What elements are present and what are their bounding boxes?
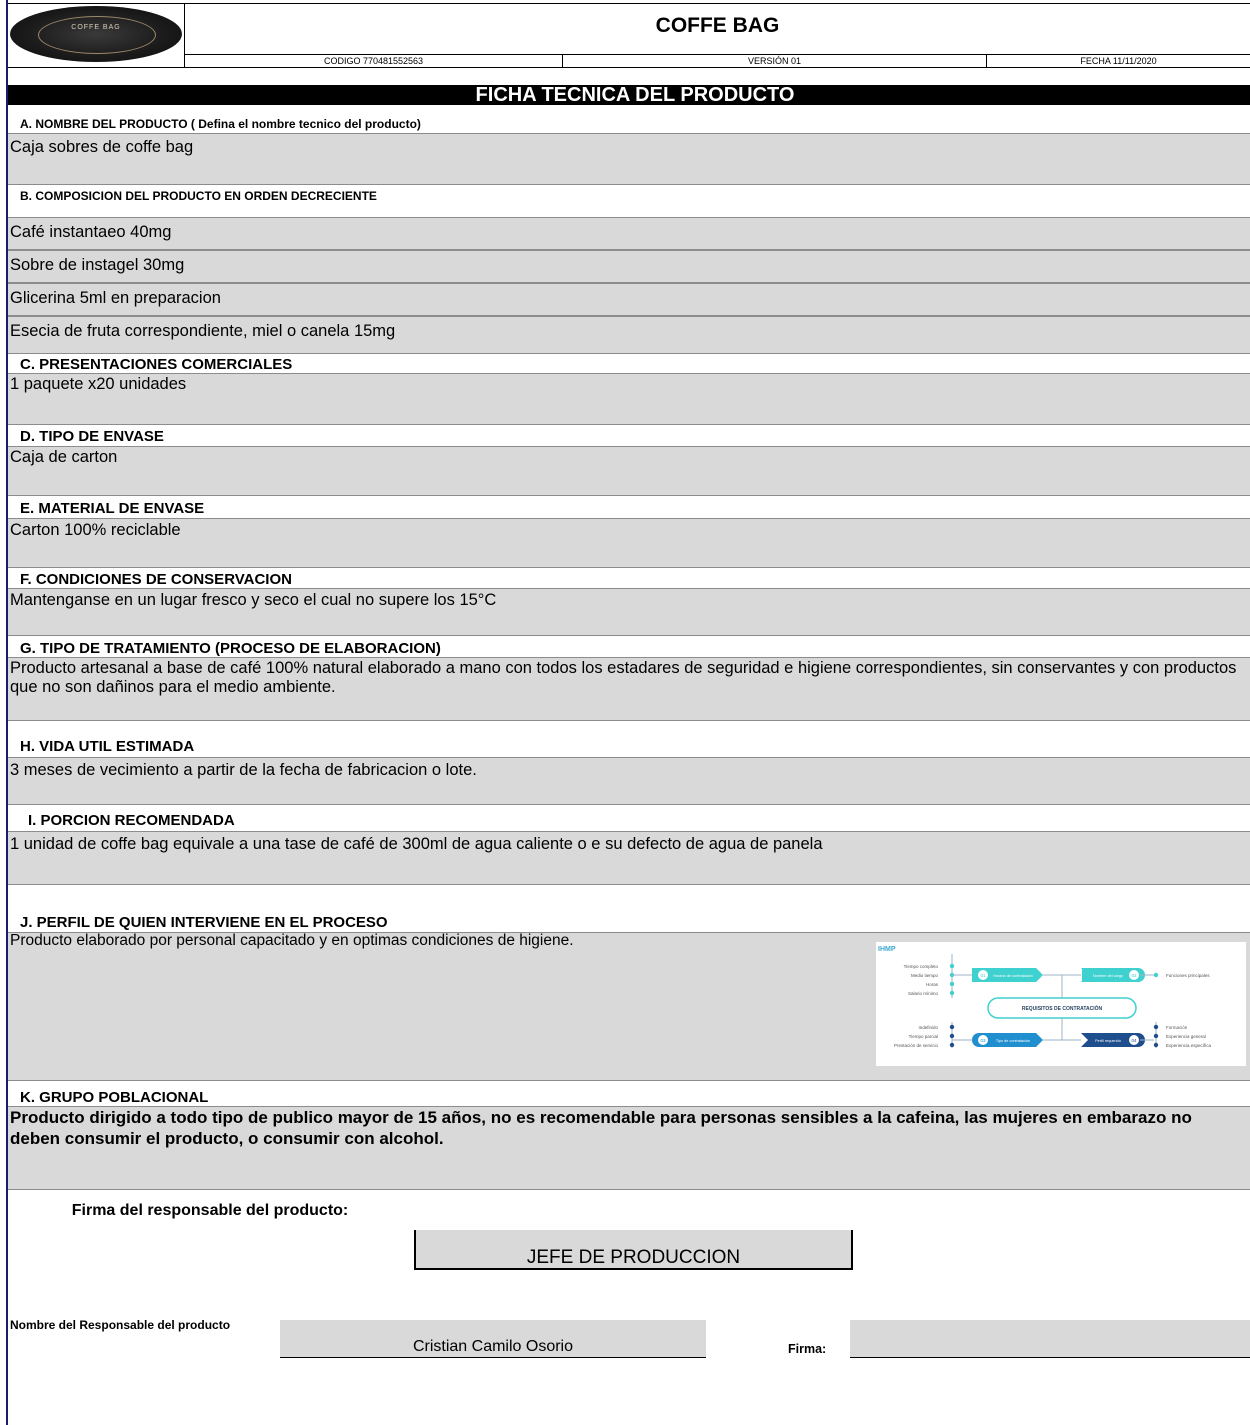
infographic-left-bottom-2: Tiempo parcial: [909, 1034, 938, 1039]
value-tratamiento: Producto artesanal a base de café 100% n…: [10, 659, 1237, 696]
infographic-num-03: 03: [980, 1038, 986, 1043]
infographic-right-bottom-1: Formación: [1166, 1025, 1188, 1030]
infographic-left-top-3: Horas: [926, 982, 939, 987]
infographic-arrow-bl: Tipo de contratación: [996, 1039, 1030, 1043]
infographic-arrow-br: Perfil requerido: [1095, 1039, 1121, 1043]
cell-composicion-1: [8, 217, 1250, 250]
logo-ring: [38, 16, 156, 54]
infographic-left-top-4: Salario mínimo: [908, 991, 939, 996]
logo-text: COFFE BAG: [71, 24, 121, 31]
label-material-envase: E. MATERIAL DE ENVASE: [20, 500, 205, 517]
infographic-num-02: 02: [1131, 973, 1137, 978]
infographic-right-bottom-3: Experiencia específica: [1166, 1043, 1212, 1048]
infographic-arrow-tr: Nombre del cargo: [1093, 974, 1123, 978]
label-vida-util: H. VIDA UTIL ESTIMADA: [20, 738, 195, 755]
label-tipo-envase: D. TIPO DE ENVASE: [20, 428, 164, 445]
cell-nombre-producto: [8, 133, 1250, 185]
label-condiciones: F. CONDICIONES DE CONSERVACION: [20, 571, 292, 588]
section-banner: FICHA TECNICA DEL PRODUCTO: [8, 84, 1250, 106]
infographic-right-top-1: Funciones principales: [1166, 973, 1210, 978]
value-porcion: 1 unidad de coffe bag equivale a una tas…: [10, 835, 823, 853]
value-nombre-producto: Caja sobres de coffe bag: [10, 138, 194, 156]
label-presentaciones: C. PRESENTACIONES COMERCIALES: [20, 356, 293, 373]
header-bottom-line: [8, 67, 1250, 68]
product-code: CODIGO 770481552563: [323, 56, 424, 66]
infographic-left-bottom-3: Prestación de servicio: [894, 1043, 939, 1048]
infographic-num-01: 01: [980, 973, 986, 978]
value-perfil: Producto elaborado por personal capacita…: [10, 932, 574, 949]
value-grupo-poblacional: Producto dirigido a todo tipo de publico…: [10, 1108, 1192, 1148]
responsible-name-field[interactable]: Cristian Camilo Osorio: [280, 1320, 706, 1358]
infographic-left-bottom-1: Indefinido: [918, 1025, 938, 1030]
value-material-envase: Carton 100% reciclable: [10, 521, 181, 539]
signature-role-field[interactable]: JEFE DE PRODUCCION: [414, 1230, 853, 1270]
cell-material-envase: [8, 518, 1250, 568]
date: FECHA 11/11/2020: [1080, 56, 1157, 66]
banner-text: FICHA TECNICA DEL PRODUCTO: [475, 84, 795, 106]
cell-composicion-2: [8, 250, 1250, 283]
label-porcion: I. PORCION RECOMENDADA: [28, 812, 235, 829]
infographic-left-top-2: Medio tiempo: [911, 973, 939, 978]
logo-badge: COFFE BAG: [10, 6, 182, 62]
value-presentaciones: 1 paquete x20 unidades: [10, 375, 187, 393]
label-tratamiento: G. TIPO DE TRATAMIENTO (PROCESO DE ELABO…: [20, 640, 441, 657]
cell-presentaciones: [8, 373, 1250, 425]
cell-tipo-envase: [8, 446, 1250, 496]
firma-label: Firma:: [788, 1342, 827, 1356]
logo: COFFE BAG: [8, 4, 184, 66]
infographic-num-04: 04: [1131, 1038, 1137, 1043]
infographic-center: REQUISITOS DE CONTRATACIÓN: [1022, 1004, 1103, 1012]
header-top-line: [8, 3, 1250, 4]
value-condiciones: Mantenganse en un lugar fresco y seco el…: [10, 591, 497, 609]
label-perfil: J. PERFIL DE QUIEN INTERVIENE EN EL PROC…: [20, 914, 388, 931]
firma-field[interactable]: [850, 1320, 1250, 1358]
value-tipo-envase: Caja de carton: [10, 448, 118, 466]
infographic-left-top-1: Tiempo completo: [904, 964, 939, 969]
label-nombre-producto: A. NOMBRE DEL PRODUCTO ( Defina el nombr…: [20, 117, 421, 131]
value-composicion-1: Café instantaeo 40mg: [10, 223, 172, 241]
version: VERSIÓN 01: [747, 56, 802, 66]
label-composicion: B. COMPOSICION DEL PRODUCTO EN ORDEN DEC…: [20, 189, 377, 203]
hiring-requirements-infographic: IHMP Tiempo completo Medio tiempo Horas …: [876, 942, 1246, 1066]
document-title: COFFE BAG: [655, 14, 780, 37]
value-composicion-3: Glicerina 5ml en preparacion: [10, 289, 221, 307]
value-composicion-4: Esecia de fruta correspondiente, miel o …: [10, 322, 396, 340]
value-composicion-2: Sobre de instagel 30mg: [10, 256, 185, 274]
infographic-arrow-tl: Horario de contratación: [993, 974, 1032, 978]
signature-label: Firma del responsable del producto:: [71, 1202, 349, 1219]
infographic-right-bottom-2: Experiencia general: [1166, 1034, 1206, 1039]
infographic-brand: IHMP: [878, 946, 896, 953]
label-grupo-poblacional: K. GRUPO POBLACIONAL: [20, 1089, 209, 1106]
responsible-name-label: Nombre del Responsable del producto: [10, 1318, 231, 1332]
value-vida-util: 3 meses de vecimiento a partir de la fec…: [10, 761, 477, 779]
